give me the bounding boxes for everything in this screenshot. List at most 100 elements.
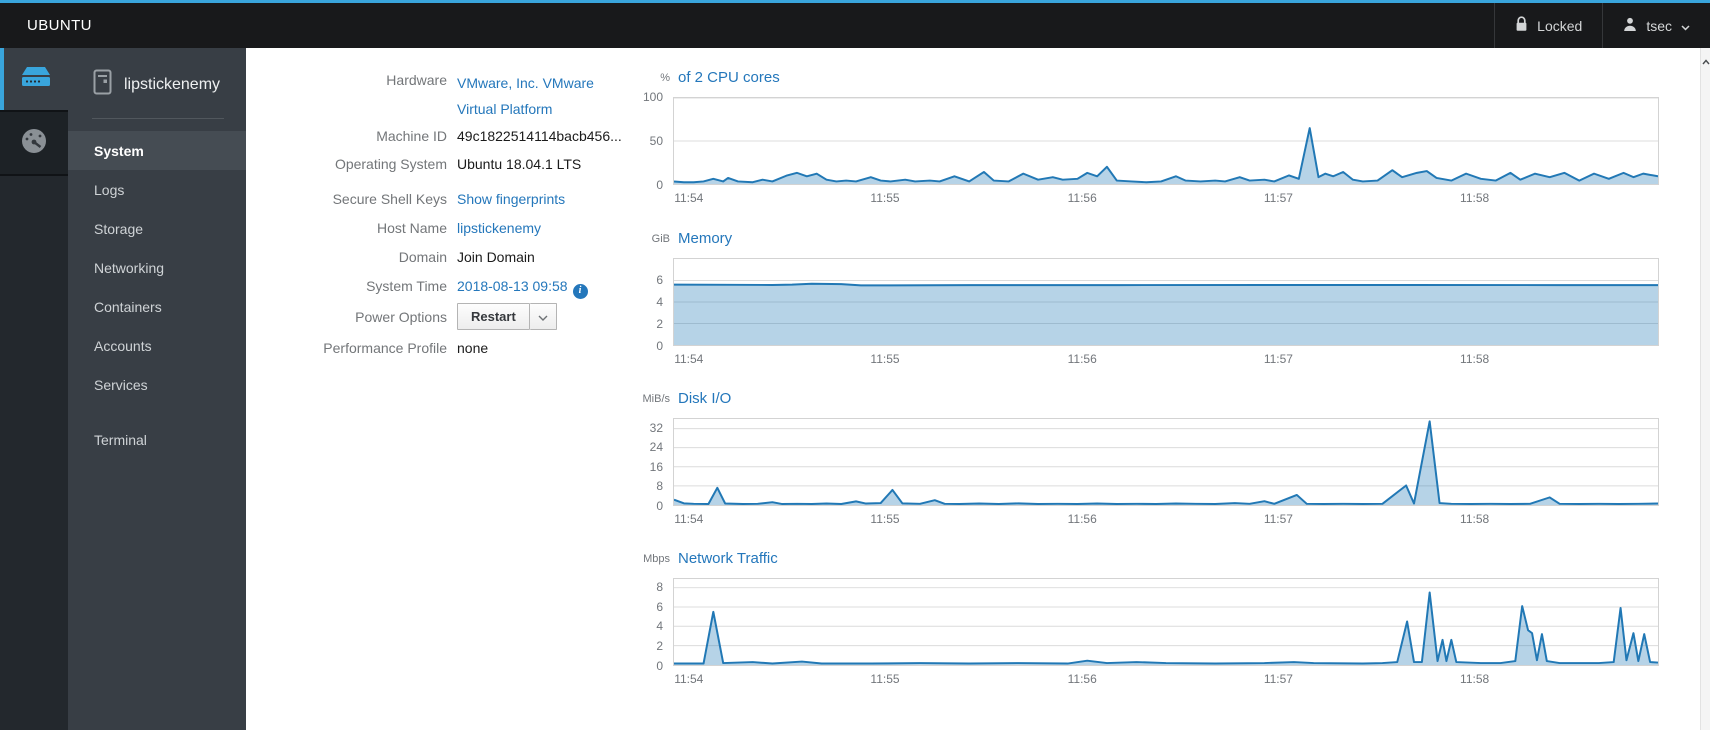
memory-chart-section: GiB Memory 0 2 4 6 11:54 11:55 11:56 11:57 11:5… xyxy=(590,229,1675,379)
network-chart-title-link[interactable]: Network Traffic xyxy=(678,550,778,567)
domain-label: Domain xyxy=(398,249,447,265)
memory-chart-title-link[interactable]: Memory xyxy=(678,230,732,247)
user-icon xyxy=(1623,17,1637,34)
sidebar-nav: System Logs Storage Networking Container… xyxy=(68,131,246,459)
network-y-axis: 0 2 4 6 8 xyxy=(590,549,663,699)
system-time-label: System Time xyxy=(366,278,447,294)
operating-system-value: Ubuntu 18.04.1 LTS xyxy=(457,156,582,172)
disk-io-unit-label: MiB/s xyxy=(642,393,671,405)
x-axis-tick-label: 11:55 xyxy=(870,352,900,366)
disk-io-chart-section: MiB/s Disk I/O 0 8 16 24 32 11:54 11:55 11:56 1… xyxy=(590,389,1675,539)
y-axis-tick-label: 4 xyxy=(656,619,663,634)
chevron-down-icon xyxy=(1681,18,1690,34)
x-axis-tick-label: 11:54 xyxy=(674,672,704,686)
x-axis-tick-label: 11:56 xyxy=(1067,352,1097,366)
page-scrollbar[interactable] xyxy=(1700,48,1710,730)
system-time-link[interactable]: 2018-08-13 09:58 xyxy=(457,278,568,294)
host-header: lipstickenemy xyxy=(68,48,246,100)
power-options-label: Power Options xyxy=(355,308,447,325)
hardware-link[interactable]: VMware, Inc. VMware Virtual Platform xyxy=(457,70,599,122)
scroll-up-icon[interactable] xyxy=(1701,52,1710,70)
sidebar-item-containers[interactable]: Containers xyxy=(68,287,246,326)
rail-dashboard-nav-item[interactable] xyxy=(0,110,68,176)
user-menu-button[interactable]: tsec xyxy=(1602,3,1710,48)
restart-button[interactable]: Restart xyxy=(457,303,530,330)
sidebar-item-accounts[interactable]: Accounts xyxy=(68,326,246,365)
y-axis-tick-label: 0 xyxy=(656,178,663,192)
disk-io-chart-title-link[interactable]: Disk I/O xyxy=(678,390,731,407)
rail-server-nav-item[interactable] xyxy=(0,48,68,110)
join-domain-link[interactable]: Join Domain xyxy=(457,247,535,267)
sidebar-item-system[interactable]: System xyxy=(68,131,246,170)
sidebar-divider xyxy=(92,118,224,119)
cpu-chart-plot xyxy=(673,97,1659,185)
performance-profile-label: Performance Profile xyxy=(323,340,447,356)
machine-id-label: Machine ID xyxy=(376,128,447,144)
top-bar-actions: Locked tsec xyxy=(1494,3,1710,48)
host-name-link[interactable]: lipstickenemy xyxy=(457,218,541,238)
x-axis-tick-label: 11:56 xyxy=(1067,672,1097,686)
operating-system-label: Operating System xyxy=(334,156,447,172)
x-axis-tick-label: 11:54 xyxy=(674,191,704,205)
x-axis-tick-label: 11:58 xyxy=(1460,191,1490,205)
y-axis-tick-label: 8 xyxy=(656,579,663,594)
performance-profile-value: none xyxy=(457,340,489,356)
lock-icon xyxy=(1515,16,1528,35)
info-icon[interactable]: i xyxy=(572,283,588,299)
x-axis-tick-label: 11:57 xyxy=(1263,191,1293,205)
show-fingerprints-link[interactable]: Show fingerprints xyxy=(457,189,565,209)
chevron-down-icon xyxy=(538,309,548,324)
cpu-chart-section: % of 2 CPU cores 0 50 100 11:54 11:55 11:56 1… xyxy=(590,68,1675,218)
x-axis-tick-label: 11:58 xyxy=(1460,672,1490,686)
y-axis-tick-label: 2 xyxy=(656,639,663,654)
y-axis-tick-label: 100 xyxy=(642,90,663,104)
cpu-y-axis: 0 50 100 xyxy=(590,68,663,218)
host-name-label: Host Name xyxy=(376,220,447,236)
x-axis-tick-label: 11:58 xyxy=(1460,512,1490,526)
y-axis-tick-label: 32 xyxy=(649,420,663,435)
y-axis-tick-label: 50 xyxy=(649,134,663,148)
sidebar-item-storage[interactable]: Storage xyxy=(68,209,246,248)
x-axis-tick-label: 11:55 xyxy=(870,191,900,205)
sidebar-item-networking[interactable]: Networking xyxy=(68,248,246,287)
app-rail xyxy=(0,48,68,730)
ssh-keys-label: Secure Shell Keys xyxy=(332,191,447,207)
memory-y-axis: 0 2 4 6 xyxy=(590,229,663,379)
memory-unit-label: GiB xyxy=(651,233,670,245)
cpu-chart-title-link[interactable]: of 2 CPU cores xyxy=(678,69,780,86)
user-name-label: tsec xyxy=(1646,17,1672,34)
x-axis-tick-label: 11:57 xyxy=(1263,672,1293,686)
x-axis-tick-label: 11:57 xyxy=(1263,352,1293,366)
x-axis-tick-label: 11:58 xyxy=(1460,352,1490,366)
lock-status-button[interactable]: Locked xyxy=(1494,3,1602,48)
y-axis-tick-label: 8 xyxy=(656,479,663,494)
lock-status-label: Locked xyxy=(1537,17,1583,34)
sidebar-item-logs[interactable]: Logs xyxy=(68,170,246,209)
machine-icon xyxy=(93,69,112,100)
y-axis-tick-label: 2 xyxy=(656,317,663,331)
y-axis-tick-label: 6 xyxy=(656,273,663,287)
disk-io-y-axis: 0 8 16 24 32 xyxy=(590,389,663,539)
cpu-unit-label: % xyxy=(660,72,670,84)
x-axis-tick-label: 11:56 xyxy=(1067,512,1097,526)
x-axis-tick-label: 11:55 xyxy=(870,512,900,526)
y-axis-tick-label: 6 xyxy=(656,599,663,614)
brand: UBUNTU xyxy=(27,17,92,34)
x-axis-tick-label: 11:54 xyxy=(674,352,704,366)
memory-chart-plot xyxy=(673,258,1659,346)
dashboard-gauge-icon xyxy=(20,127,48,160)
x-axis-tick-label: 11:54 xyxy=(674,512,704,526)
y-axis-tick-label: 0 xyxy=(656,499,663,513)
sidebar-item-services[interactable]: Services xyxy=(68,365,246,404)
network-chart-plot xyxy=(673,578,1659,666)
network-chart-section: Mbps Network Traffic 0 2 4 6 8 11:54 11:55 11:… xyxy=(590,549,1675,699)
top-bar: UBUNTU Locked tsec xyxy=(0,0,1710,48)
x-axis-tick-label: 11:56 xyxy=(1067,191,1097,205)
x-axis-tick-label: 11:57 xyxy=(1263,512,1293,526)
y-axis-tick-label: 0 xyxy=(656,659,663,673)
y-axis-tick-label: 16 xyxy=(649,459,663,474)
network-unit-label: Mbps xyxy=(643,553,670,565)
sidebar-item-terminal[interactable]: Terminal xyxy=(68,420,246,459)
power-options-dropdown-toggle[interactable] xyxy=(529,303,557,330)
sidebar: lipstickenemy System Logs Storage Networ… xyxy=(68,48,246,730)
